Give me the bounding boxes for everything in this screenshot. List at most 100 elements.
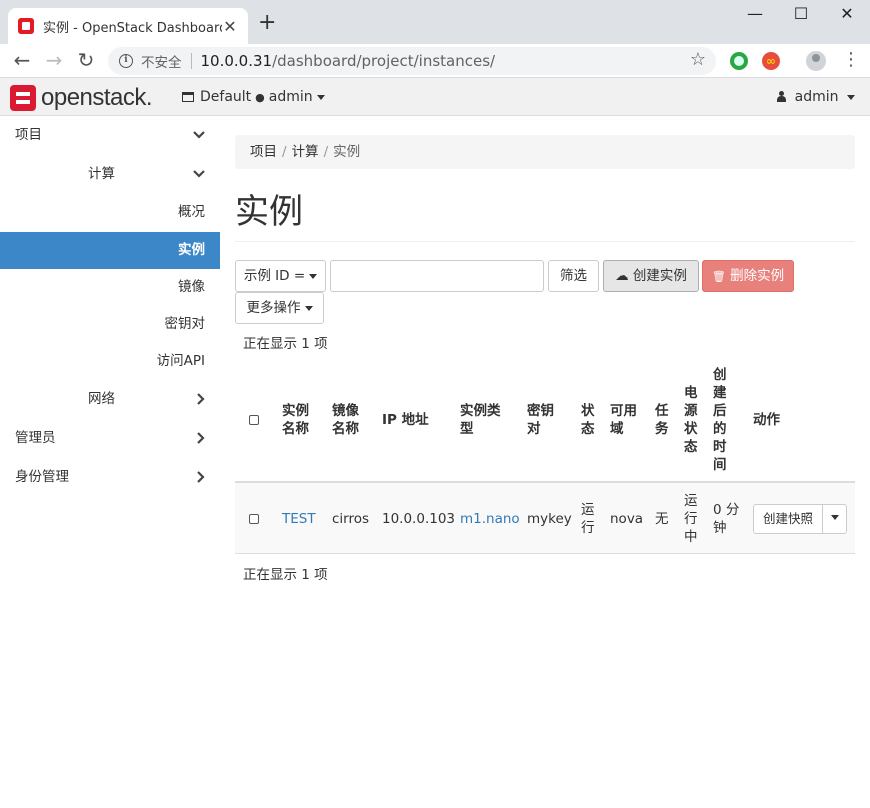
column-header-image[interactable]: 镜像 名称	[332, 402, 359, 438]
column-header-task[interactable]: 任务	[655, 402, 669, 438]
header-line: 可用	[610, 403, 637, 419]
filter-field-dropdown[interactable]: 示例 ID =	[235, 260, 326, 292]
filter-button[interactable]: 筛选	[548, 260, 599, 292]
back-button[interactable]: ←	[10, 49, 34, 71]
sidebar-item-label: 密钥对	[164, 316, 206, 332]
cell-status: 运行	[581, 501, 595, 537]
chevron-right-icon	[197, 380, 205, 419]
header-line: 创	[713, 367, 727, 383]
minimize-button[interactable]: —	[732, 4, 778, 23]
project-dropdown[interactable]: Default ● admin	[182, 89, 325, 105]
filter-field-label: 示例 ID =	[243, 268, 306, 284]
sidebar-item-api-access[interactable]: 访问API	[0, 343, 220, 380]
column-header-status[interactable]: 状态	[581, 402, 595, 438]
header-line: 名称	[282, 421, 309, 437]
info-icon[interactable]: i	[119, 54, 133, 68]
maximize-button[interactable]: ☐	[778, 4, 824, 23]
create-instance-button[interactable]: ☁ 创建实例	[603, 260, 699, 292]
column-header-keypair[interactable]: 密钥对	[527, 402, 554, 438]
project-domain: Default	[200, 89, 252, 105]
column-header-ip[interactable]: IP 地址	[382, 411, 429, 429]
sidebar-item-label: 管理员	[15, 430, 56, 446]
cell-zone: nova	[610, 511, 644, 527]
sidebar-item-label: 身份管理	[15, 469, 69, 485]
cell-power-state: 运行中	[684, 492, 698, 546]
breadcrumb: 项目 / 计算 / 实例	[235, 135, 855, 169]
cell-line: 行	[684, 511, 698, 527]
user-icon	[777, 91, 787, 102]
address-bar[interactable]: i 不安全 10.0.0.31/dashboard/project/instan…	[108, 47, 716, 75]
sidebar-item-identity[interactable]: 身份管理	[0, 458, 220, 497]
column-header-age[interactable]: 创建后的时间	[713, 366, 727, 474]
filter-input[interactable]	[330, 260, 544, 292]
row-checkbox[interactable]	[249, 514, 259, 524]
window-close-button[interactable]: ✕	[824, 4, 870, 23]
more-actions-label: 更多操作	[246, 300, 301, 316]
forward-button[interactable]: →	[42, 49, 66, 71]
user-dropdown[interactable]: admin	[777, 89, 855, 105]
sidebar-item-network[interactable]: 网络	[0, 380, 220, 419]
sidebar-item-images[interactable]: 镜像	[0, 269, 220, 306]
sidebar-item-project[interactable]: 项目	[0, 116, 220, 155]
column-header-name[interactable]: 实例 名称	[282, 402, 309, 438]
select-all-checkbox[interactable]	[249, 415, 259, 425]
close-tab-icon[interactable]: ✕	[222, 17, 238, 36]
row-actions-dropdown-toggle[interactable]	[822, 504, 847, 534]
cell-image: cirros	[332, 511, 370, 527]
logo-text: openstack.	[41, 84, 153, 111]
title-divider	[235, 241, 855, 242]
browser-tab[interactable]: 实例 - OpenStack Dashboard ✕	[8, 8, 248, 44]
cell-line: 运	[684, 493, 698, 509]
sidebar-nav: 项目 计算 概况 实例 镜像 密钥对 访问API 网络 管理员 身份管理	[0, 116, 220, 497]
cell-line: 0 分	[713, 502, 740, 518]
extension-infinity-icon[interactable]: ∞	[762, 52, 780, 70]
sidebar-item-label: 镜像	[178, 279, 205, 295]
column-header-power-state[interactable]: 电源状态	[684, 384, 698, 456]
header-line: 状	[684, 421, 698, 437]
reload-button[interactable]: ↻	[74, 49, 98, 71]
cell-line: 行	[581, 520, 595, 536]
item-count-top: 正在显示 1 项	[243, 336, 328, 352]
openstack-header: openstack. Default ● admin admin	[0, 78, 870, 116]
openstack-logo[interactable]: openstack.	[10, 84, 153, 112]
cell-line: 钟	[713, 520, 727, 536]
sidebar-item-overview[interactable]: 概况	[0, 193, 220, 232]
cell-line: 运	[581, 502, 595, 518]
breadcrumb-item-project[interactable]: 项目	[250, 144, 277, 160]
breadcrumb-divider: /	[323, 144, 329, 160]
sidebar-item-label: 访问API	[156, 353, 205, 369]
profile-avatar-icon[interactable]	[806, 51, 826, 71]
header-line: 建	[713, 385, 727, 401]
new-tab-button[interactable]: +	[258, 12, 276, 34]
column-header-zone[interactable]: 可用域	[610, 402, 637, 438]
delete-instance-button[interactable]: 🗑 删除实例	[702, 260, 794, 292]
caret-down-icon	[309, 273, 318, 279]
header-line: 电	[684, 385, 698, 401]
create-snapshot-button[interactable]: 创建快照	[753, 504, 823, 534]
sidebar-item-label: 计算	[88, 166, 115, 182]
url-text[interactable]: 10.0.0.31/dashboard/project/instances/	[201, 52, 496, 70]
column-header-flavor[interactable]: 实例类型	[460, 402, 501, 438]
sidebar-item-keypairs[interactable]: 密钥对	[0, 306, 220, 343]
sidebar-item-instances[interactable]: 实例	[0, 232, 220, 269]
header-line: 实例	[282, 403, 309, 419]
bookmark-star-icon[interactable]: ☆	[690, 49, 706, 70]
extension-sync-icon[interactable]	[730, 52, 748, 70]
header-line: 密钥	[527, 403, 554, 419]
column-header-actions: 动作	[753, 411, 780, 429]
header-line: 态	[684, 439, 698, 455]
more-actions-button[interactable]: 更多操作	[235, 292, 324, 324]
instance-name-link[interactable]: TEST	[282, 510, 316, 528]
header-line: 名称	[332, 421, 359, 437]
browser-tabstrip: 实例 - OpenStack Dashboard ✕ + — ☐ ✕	[0, 0, 870, 44]
breadcrumb-item-compute[interactable]: 计算	[292, 144, 319, 160]
openstack-favicon-icon	[18, 18, 34, 34]
create-instance-label: 创建实例	[632, 268, 687, 284]
header-line: 态	[581, 421, 595, 437]
sidebar-item-admin[interactable]: 管理员	[0, 419, 220, 458]
sidebar-item-compute[interactable]: 计算	[0, 155, 220, 193]
trash-icon: 🗑	[711, 270, 726, 283]
flavor-link[interactable]: m1.nano	[460, 510, 520, 528]
omnibox-divider	[190, 53, 192, 69]
browser-menu-icon[interactable]: ⋮	[842, 50, 860, 70]
